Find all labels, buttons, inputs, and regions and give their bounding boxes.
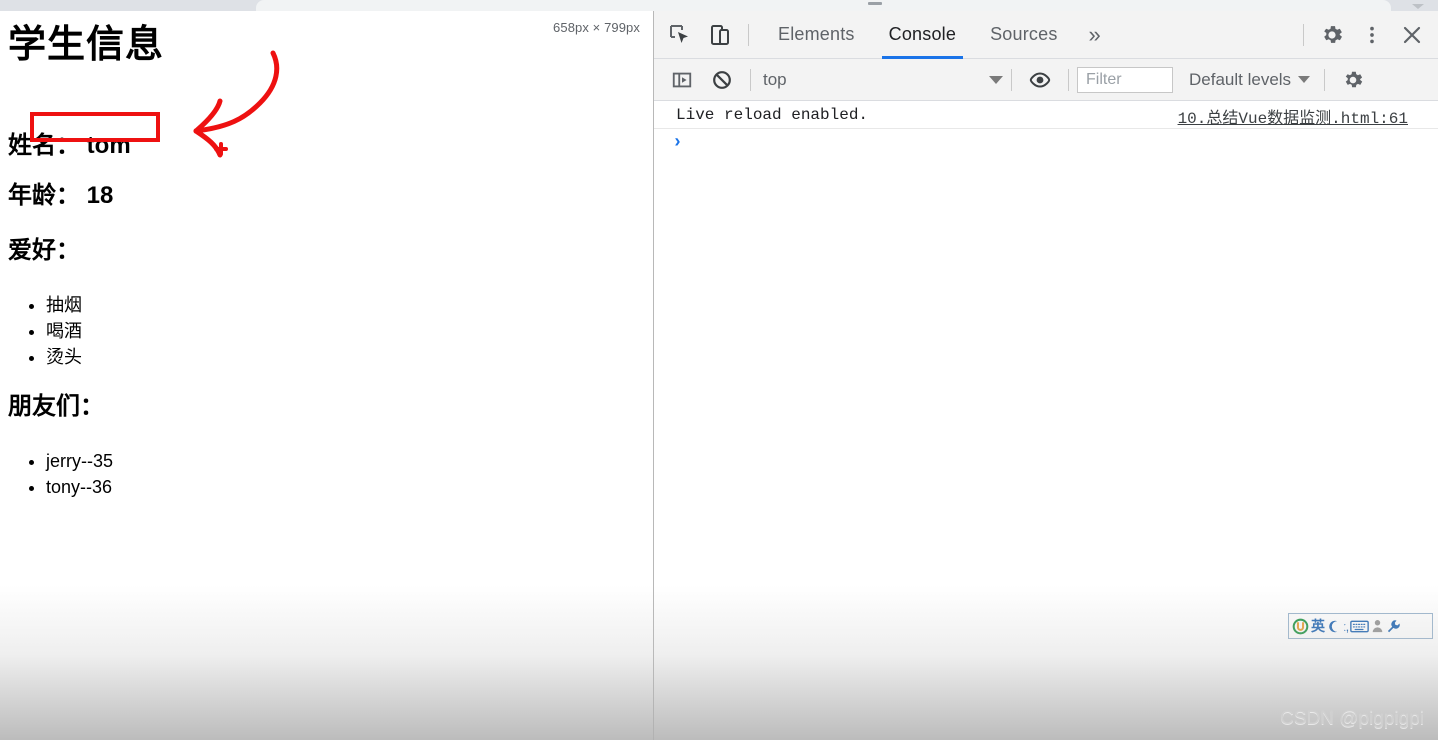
hobby-list: 抽烟 喝酒 烫头	[8, 292, 82, 370]
hobby-heading: 爱好：	[8, 237, 80, 264]
console-toolbar: top Filter Default levels	[654, 59, 1438, 101]
tab-label: Elements	[778, 24, 855, 44]
console-prompt-caret[interactable]: ›	[672, 133, 683, 153]
list-item: jerry--35	[46, 448, 113, 474]
watermark: CSDN @pigpigpi	[1280, 708, 1424, 729]
list-item: 抽烟	[46, 292, 82, 318]
chevron-down-icon	[1298, 76, 1311, 83]
toolbar-separator	[1303, 23, 1304, 46]
toolbox-wrench-icon[interactable]	[1386, 615, 1401, 637]
devtools-topbar-actions	[1295, 16, 1432, 54]
live-expression-eye-icon[interactable]	[1020, 61, 1060, 99]
browser-tab-strip	[0, 0, 1438, 11]
toolbar-separator	[750, 68, 751, 91]
console-sidebar-icon[interactable]	[662, 61, 702, 99]
inspect-cursor-icon[interactable]	[660, 16, 700, 54]
toolbar-separator	[1068, 68, 1069, 91]
keyboard-icon[interactable]	[1350, 615, 1370, 637]
clear-console-icon[interactable]	[702, 61, 742, 99]
console-source-link[interactable]: 10.总结Vue数据监测.html:61	[1178, 104, 1408, 128]
annotation-arrow-icon	[193, 50, 280, 158]
execution-context-dropdown[interactable]: top	[763, 70, 1003, 90]
tab-sources[interactable]: Sources	[973, 11, 1074, 59]
chevron-down-icon	[989, 75, 1003, 84]
close-icon[interactable]	[1392, 16, 1432, 54]
page-viewport: 658px × 799px 学生信息 姓名： tom 年龄： 18 爱好： 抽烟…	[0, 11, 653, 740]
sogou-input-method-bar[interactable]: 英 ː,	[1288, 613, 1433, 639]
filter-input[interactable]: Filter	[1077, 66, 1173, 93]
tab-title-sliver	[868, 2, 882, 5]
more-tabs-icon[interactable]: »	[1075, 23, 1115, 46]
list-item: tony--36	[46, 474, 113, 500]
friends-list: jerry--35 tony--36	[8, 448, 113, 500]
gear-icon[interactable]	[1312, 16, 1352, 54]
sogou-logo-icon[interactable]	[1292, 615, 1309, 637]
chevron-down-icon[interactable]	[1412, 4, 1424, 9]
tab-elements[interactable]: Elements	[761, 11, 872, 59]
friends-heading: 朋友们：	[8, 393, 104, 420]
devtools-tabs: Elements Console Sources »	[761, 11, 1115, 59]
devtools-topbar: Elements Console Sources »	[654, 11, 1438, 59]
browser-tab[interactable]	[256, 0, 1391, 11]
console-settings-gear-icon[interactable]	[1333, 61, 1373, 99]
tab-console[interactable]: Console	[872, 11, 973, 59]
toolbar-separator	[1011, 68, 1012, 91]
tab-label: Console	[888, 24, 957, 44]
execution-context-label: top	[763, 69, 787, 89]
language-mode-icon[interactable]: 英	[1311, 615, 1325, 637]
log-levels-label: Default levels	[1189, 69, 1292, 89]
console-message-text: Live reload enabled.	[676, 105, 869, 124]
tab-label: Sources	[990, 24, 1058, 44]
user-icon[interactable]	[1371, 615, 1384, 637]
toolbar-separator	[748, 23, 749, 46]
page-viewport-inner: 658px × 799px 学生信息 姓名： tom 年龄： 18 爱好： 抽烟…	[0, 11, 648, 740]
console-output[interactable]: Live reload enabled. 10.总结Vue数据监测.html:6…	[654, 101, 1438, 740]
punctuation-icon[interactable]: ː,	[1343, 615, 1349, 637]
list-item: 喝酒	[46, 318, 82, 344]
moon-icon[interactable]	[1327, 615, 1341, 637]
field-age: 年龄： 18	[8, 182, 114, 209]
page-title: 学生信息	[8, 24, 165, 66]
screenshot-root: 658px × 799px 学生信息 姓名： tom 年龄： 18 爱好： 抽烟…	[0, 0, 1438, 740]
page-content: 学生信息 姓名： tom 年龄： 18 爱好： 抽烟 喝酒 烫头 朋友们： je…	[8, 23, 640, 497]
log-levels-dropdown[interactable]: Default levels	[1189, 69, 1311, 90]
device-toolbar-icon[interactable]	[700, 16, 740, 54]
console-message-row: Live reload enabled. 10.总结Vue数据监测.html:6…	[654, 101, 1438, 129]
three-dot-menu-icon[interactable]	[1352, 16, 1392, 54]
list-item: 烫头	[46, 344, 82, 370]
toolbar-separator	[1324, 68, 1326, 91]
annotation-rectangle	[30, 112, 160, 142]
